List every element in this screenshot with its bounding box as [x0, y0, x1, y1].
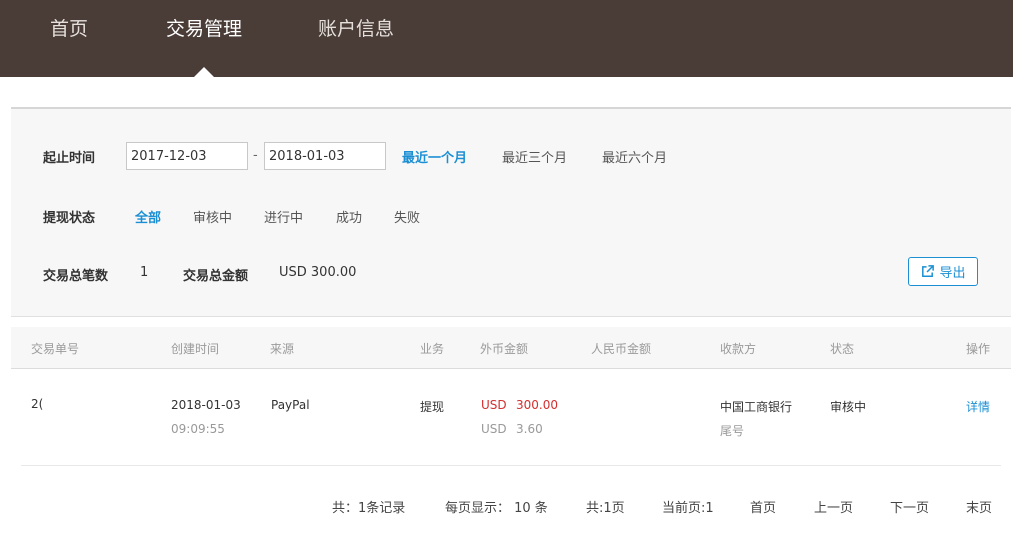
start-date-input[interactable] [126, 142, 248, 170]
fx-currency: USD [481, 398, 507, 412]
status-failed[interactable]: 失败 [394, 207, 420, 226]
pager-total: 共：1条记录 [332, 501, 406, 516]
col-fx-amount: 外币金额 [480, 342, 529, 356]
created-date: 2018-01-03 [171, 398, 241, 412]
total-amount-value: USD 300.00 [279, 265, 357, 280]
status-label: 提现状态 [43, 211, 96, 226]
export-button-label: 导出 [939, 266, 966, 281]
active-nav-indicator [194, 67, 214, 77]
export-button[interactable]: 导出 [908, 257, 978, 286]
fx-amount: 300.00 [516, 398, 558, 412]
range-last-month[interactable]: 最近一个月 [402, 147, 467, 166]
pager-next-button[interactable]: 下一页 [890, 497, 929, 516]
payee-bank: 中国工商银行 [720, 400, 793, 414]
total-count-label: 交易总笔数 [43, 269, 109, 284]
nav-item-transactions[interactable]: 交易管理 [166, 14, 242, 41]
pager-current-page: 当前页:1 [662, 501, 714, 516]
col-source: 来源 [270, 342, 295, 356]
col-cny-amount: 人民币金额 [591, 342, 652, 356]
col-created-time: 创建时间 [171, 342, 220, 356]
status-processing[interactable]: 进行中 [264, 207, 303, 226]
nav-item-account[interactable]: 账户信息 [318, 14, 394, 41]
fee-currency: USD [481, 422, 507, 436]
payee-account-suffix: 尾号 [720, 424, 745, 438]
range-last-3-months[interactable]: 最近三个月 [502, 147, 567, 166]
nav-item-home[interactable]: 首页 [50, 14, 88, 41]
col-status: 状态 [830, 342, 855, 356]
table-row: 2( 2018-01-03 09:09:55 PayPal 提现 USD 300… [21, 370, 1001, 466]
date-separator: - [253, 148, 258, 163]
col-business: 业务 [420, 342, 445, 356]
col-order-no: 交易单号 [31, 342, 80, 356]
col-action: 操作 [966, 342, 991, 356]
date-range-label: 起止时间 [43, 151, 96, 166]
order-number: 2( [31, 397, 44, 411]
total-amount-label: 交易总金额 [183, 269, 249, 284]
pager-first-button[interactable]: 首页 [750, 497, 776, 516]
pager-per-page: 每页显示： 10 条 [445, 501, 548, 516]
status-all[interactable]: 全部 [135, 207, 161, 226]
top-nav: 首页 交易管理 账户信息 [0, 0, 1013, 77]
filter-panel: 起止时间 - 最近一个月 最近三个月 最近六个月 提现状态 全部 审核中 进行中… [11, 107, 1011, 317]
status-success[interactable]: 成功 [336, 207, 362, 226]
pager-last-button[interactable]: 末页 [966, 497, 992, 516]
source: PayPal [271, 398, 310, 412]
pager-total-pages: 共:1页 [586, 501, 625, 516]
status: 审核中 [830, 400, 867, 414]
table-header: 交易单号 创建时间 来源 业务 外币金额 人民币金额 收款方 状态 操作 [11, 327, 1011, 369]
fee-amount: 3.60 [516, 422, 543, 436]
business-type: 提现 [420, 400, 445, 414]
status-reviewing[interactable]: 审核中 [193, 207, 232, 226]
created-time: 09:09:55 [171, 422, 225, 436]
range-last-6-months[interactable]: 最近六个月 [602, 147, 667, 166]
external-link-icon [922, 265, 935, 277]
end-date-input[interactable] [264, 142, 386, 170]
total-count-value: 1 [140, 265, 149, 280]
pager-prev-button[interactable]: 上一页 [814, 497, 853, 516]
details-link[interactable]: 详情 [966, 398, 990, 415]
col-payee: 收款方 [720, 342, 757, 356]
